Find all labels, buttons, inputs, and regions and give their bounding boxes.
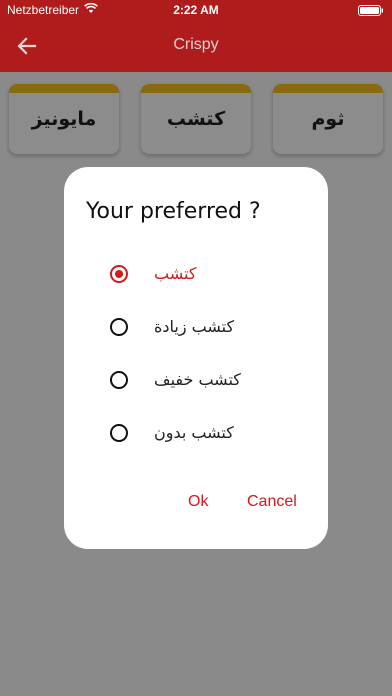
- option-label: كتشب: [154, 264, 197, 283]
- option-label: كتشب زيادة: [154, 317, 235, 336]
- option-label: كتشب بدون: [154, 423, 234, 442]
- category-chips: مايونيز كتشب ثوم: [0, 84, 392, 158]
- chip-ketchup[interactable]: كتشب: [141, 84, 251, 154]
- preference-dialog: Your preferred ? كتشب كتشب زيادة كتشب خف…: [64, 167, 328, 549]
- chip-accent-bar: [141, 84, 251, 93]
- chip-garlic[interactable]: ثوم: [273, 84, 383, 154]
- dialog-title: Your preferred ?: [86, 199, 261, 224]
- chip-accent-bar: [273, 84, 383, 93]
- chip-label: كتشب: [166, 108, 226, 130]
- option-ketchup[interactable]: كتشب: [110, 260, 310, 290]
- chip-mayonnaise[interactable]: مايونيز: [9, 84, 119, 154]
- option-ketchup-extra[interactable]: كتشب زيادة: [110, 313, 310, 343]
- chip-label: مايونيز: [31, 108, 97, 130]
- option-ketchup-light[interactable]: كتشب خفيف: [110, 366, 310, 396]
- ok-button[interactable]: Ok: [188, 493, 208, 511]
- radio-button[interactable]: [110, 371, 128, 389]
- battery-icon: [358, 5, 383, 16]
- chip-accent-bar: [9, 84, 119, 93]
- radio-button[interactable]: [110, 424, 128, 442]
- option-label: كتشب خفيف: [154, 370, 241, 389]
- app-title: Crispy: [173, 36, 219, 53]
- status-bar: Netzbetreiber 2:22 AM: [0, 0, 392, 20]
- radio-button-selected[interactable]: [110, 265, 128, 283]
- option-no-ketchup[interactable]: كتشب بدون: [110, 419, 310, 449]
- radio-button[interactable]: [110, 318, 128, 336]
- status-time: 2:22 AM: [173, 3, 219, 17]
- chip-label: ثوم: [311, 108, 345, 130]
- cancel-button[interactable]: Cancel: [247, 493, 297, 511]
- app-bar: Crispy: [0, 20, 392, 72]
